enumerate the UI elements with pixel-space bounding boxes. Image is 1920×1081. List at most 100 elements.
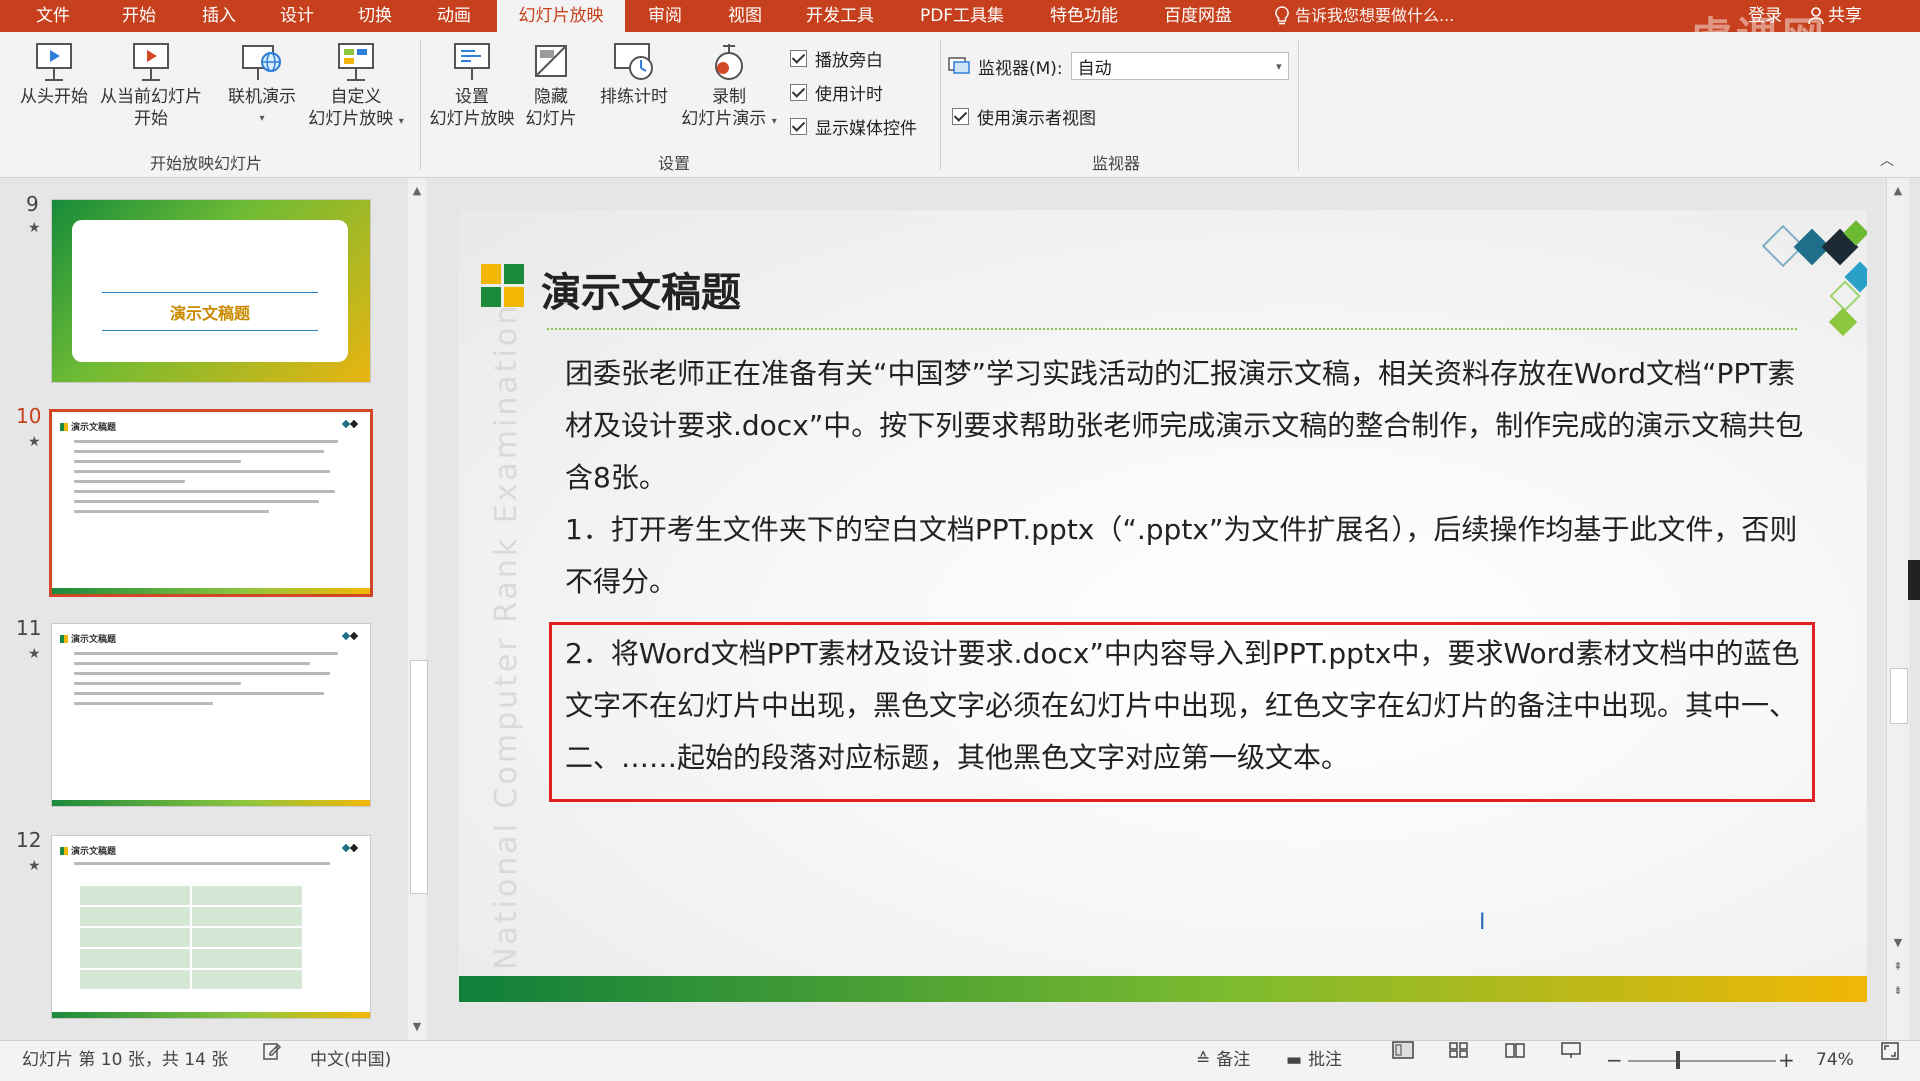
next-slide-icon[interactable]: ⇟ [1889, 984, 1907, 997]
notes-icon: ≙ [1196, 1050, 1211, 1070]
diamond-decoration-icon [341, 843, 359, 853]
slide-bottom-bar [459, 976, 1867, 1002]
animation-star-icon: ★ [28, 646, 41, 662]
gradient-bar [52, 1012, 370, 1018]
slide-canvas[interactable]: National Computer Rank Examination 演示文稿题… [459, 210, 1867, 1002]
monitor-select-value: 自动 [1077, 58, 1112, 79]
show-media-controls-label: 显示媒体控件 [815, 119, 917, 139]
divider [102, 292, 318, 293]
record-label-1: 录制 [712, 87, 746, 107]
use-timings-label: 使用计时 [815, 85, 883, 105]
spellcheck-icon[interactable] [262, 1041, 282, 1061]
hide-slide-button[interactable]: 隐藏 幻灯片 [520, 40, 582, 130]
body-paragraph-step-1: 1．打开考生文件夹下的空白文档PPT.pptx（“.pptx”为文件扩展名），后… [565, 513, 1798, 598]
tab-design[interactable]: 设计 [262, 0, 332, 32]
slide-scroll-thumb[interactable] [1890, 668, 1908, 724]
tab-view[interactable]: 视图 [710, 0, 780, 32]
group-separator [1298, 40, 1299, 170]
animation-star-icon: ★ [28, 858, 41, 874]
diamond-decoration-icon [341, 631, 359, 641]
tell-me-search[interactable]: 告诉我您想要做什么... [1275, 0, 1454, 32]
notes-button[interactable]: ≙ 备注 [1196, 1041, 1250, 1079]
thumbnail-number: 12 [16, 828, 42, 852]
side-panel-handle[interactable] [1908, 560, 1920, 600]
tab-file[interactable]: 文件 [18, 0, 88, 32]
slide-scrollbar[interactable]: ▲ ▼ ⇞ ⇟ [1886, 178, 1909, 1040]
thumbnail-slide-10[interactable]: 演示文稿题 [52, 412, 370, 594]
animation-star-icon: ★ [28, 434, 41, 450]
reading-view-icon[interactable] [1504, 1041, 1526, 1059]
slide-title[interactable]: 演示文稿题 [541, 260, 741, 318]
custom-slideshow-label-2: 幻灯片放映 ▾ [308, 109, 404, 129]
share-button[interactable]: 共享 [1808, 0, 1862, 32]
lightbulb-icon [1275, 6, 1289, 25]
zoom-slider-handle[interactable] [1676, 1051, 1680, 1069]
checkbox-checked-icon [790, 50, 807, 67]
thumbnail-heading: 演示文稿题 [60, 844, 116, 857]
thumbnail-slide-12[interactable]: 演示文稿题 [52, 836, 370, 1018]
scroll-up-icon[interactable]: ▲ [1889, 184, 1907, 197]
setup-slideshow-button[interactable]: 设置 幻灯片放映 [424, 40, 520, 130]
tab-review[interactable]: 审阅 [630, 0, 700, 32]
previous-slide-icon[interactable]: ⇞ [1889, 960, 1907, 973]
tab-insert[interactable]: 插入 [184, 0, 254, 32]
tab-slideshow[interactable]: 幻灯片放映 [497, 0, 625, 32]
tab-pdf-tools[interactable]: PDF工具集 [906, 0, 1018, 32]
tab-developer[interactable]: 开发工具 [790, 0, 890, 32]
tab-home[interactable]: 开始 [104, 0, 174, 32]
login-link[interactable]: 登录 [1748, 0, 1782, 32]
zoom-level[interactable]: 74% [1816, 1041, 1854, 1079]
presenter-view-checkbox[interactable]: 使用演示者视图 [952, 104, 1096, 129]
record-slideshow-button[interactable]: 录制 幻灯片演示 ▾ [674, 40, 784, 133]
online-present-button[interactable]: 联机演示 ▾ [222, 40, 302, 130]
rehearse-timer-icon [614, 43, 653, 80]
from-current-button[interactable]: 从当前幻灯片 开始 [96, 40, 206, 130]
collapse-ribbon-icon[interactable]: ︿ [1880, 150, 1894, 170]
rehearse-timings-label: 排练计时 [600, 87, 668, 107]
diamond-decoration-icon [341, 419, 359, 429]
tab-transitions[interactable]: 切换 [340, 0, 410, 32]
thumbnail-scrollbar[interactable] [408, 178, 426, 1040]
custom-slideshow-button[interactable]: 自定义 幻灯片放映 ▾ [298, 40, 414, 133]
scroll-up-icon[interactable]: ▲ [408, 184, 426, 197]
chevron-down-icon: ▾ [1276, 59, 1282, 73]
hide-slide-icon [535, 45, 567, 77]
body-paragraph-step-2[interactable]: 2．将Word文档PPT素材及设计要求.docx”中内容导入到PPT.pptx中… [565, 628, 1805, 784]
slide-body[interactable]: 团委张老师正在准备有关“中国梦”学习实践活动的汇报演示文稿，相关资料存放在Wor… [565, 348, 1815, 608]
thumbnail-text-lines [74, 862, 352, 872]
slide-counter: 幻灯片 第 10 张，共 14 张 [22, 1050, 229, 1070]
play-narrations-checkbox[interactable]: 播放旁白 [790, 46, 883, 71]
monitor-select[interactable]: 自动 ▾ [1070, 52, 1289, 80]
thumbnail-heading: 演示文稿题 [60, 420, 116, 433]
zoom-out-button[interactable]: − [1606, 1041, 1623, 1079]
thumbnail-slide-11[interactable]: 演示文稿题 [52, 624, 370, 806]
slide-sorter-icon[interactable] [1448, 1041, 1470, 1059]
language-indicator[interactable]: 中文(中国) [310, 1041, 391, 1079]
text-cursor-icon: I [1479, 910, 1486, 935]
zoom-slider[interactable] [1628, 1060, 1776, 1062]
normal-view-icon[interactable] [1392, 1041, 1414, 1059]
fit-to-window-icon[interactable] [1880, 1041, 1900, 1061]
tab-features[interactable]: 特色功能 [1036, 0, 1132, 32]
use-timings-checkbox[interactable]: 使用计时 [790, 80, 883, 105]
slideshow-view-icon[interactable] [1560, 1041, 1582, 1059]
show-media-controls-checkbox[interactable]: 显示媒体控件 [790, 114, 917, 139]
tab-baidu-netdisk[interactable]: 百度网盘 [1150, 0, 1246, 32]
thumbnail-scroll-thumb[interactable] [410, 660, 428, 894]
comments-button[interactable]: ▬ 批注 [1286, 1041, 1342, 1079]
group-separator [420, 40, 421, 170]
title-card: 演示文稿题 [72, 220, 348, 362]
from-current-label-2: 开始 [134, 109, 168, 129]
from-beginning-button[interactable]: 从头开始 [14, 40, 94, 108]
thumbnail-pane: 9 ★ 演示文稿题 10 ★ 演示文稿题 11 ★ 演示文稿题 12 ★ 演示文… [0, 178, 432, 1040]
tab-animations[interactable]: 动画 [419, 0, 489, 32]
thumbnail-slide-9[interactable]: 演示文稿题 [52, 200, 370, 382]
scroll-down-icon[interactable]: ▼ [1889, 936, 1907, 949]
thumbnail-number: 10 [16, 404, 42, 428]
title-squares-icon [60, 846, 68, 855]
rehearse-timings-button[interactable]: 排练计时 [592, 40, 676, 108]
setup-slideshow-icon [454, 43, 490, 80]
title-squares-icon [60, 634, 68, 643]
scroll-down-icon[interactable]: ▼ [408, 1020, 426, 1033]
zoom-in-button[interactable]: + [1778, 1041, 1795, 1079]
